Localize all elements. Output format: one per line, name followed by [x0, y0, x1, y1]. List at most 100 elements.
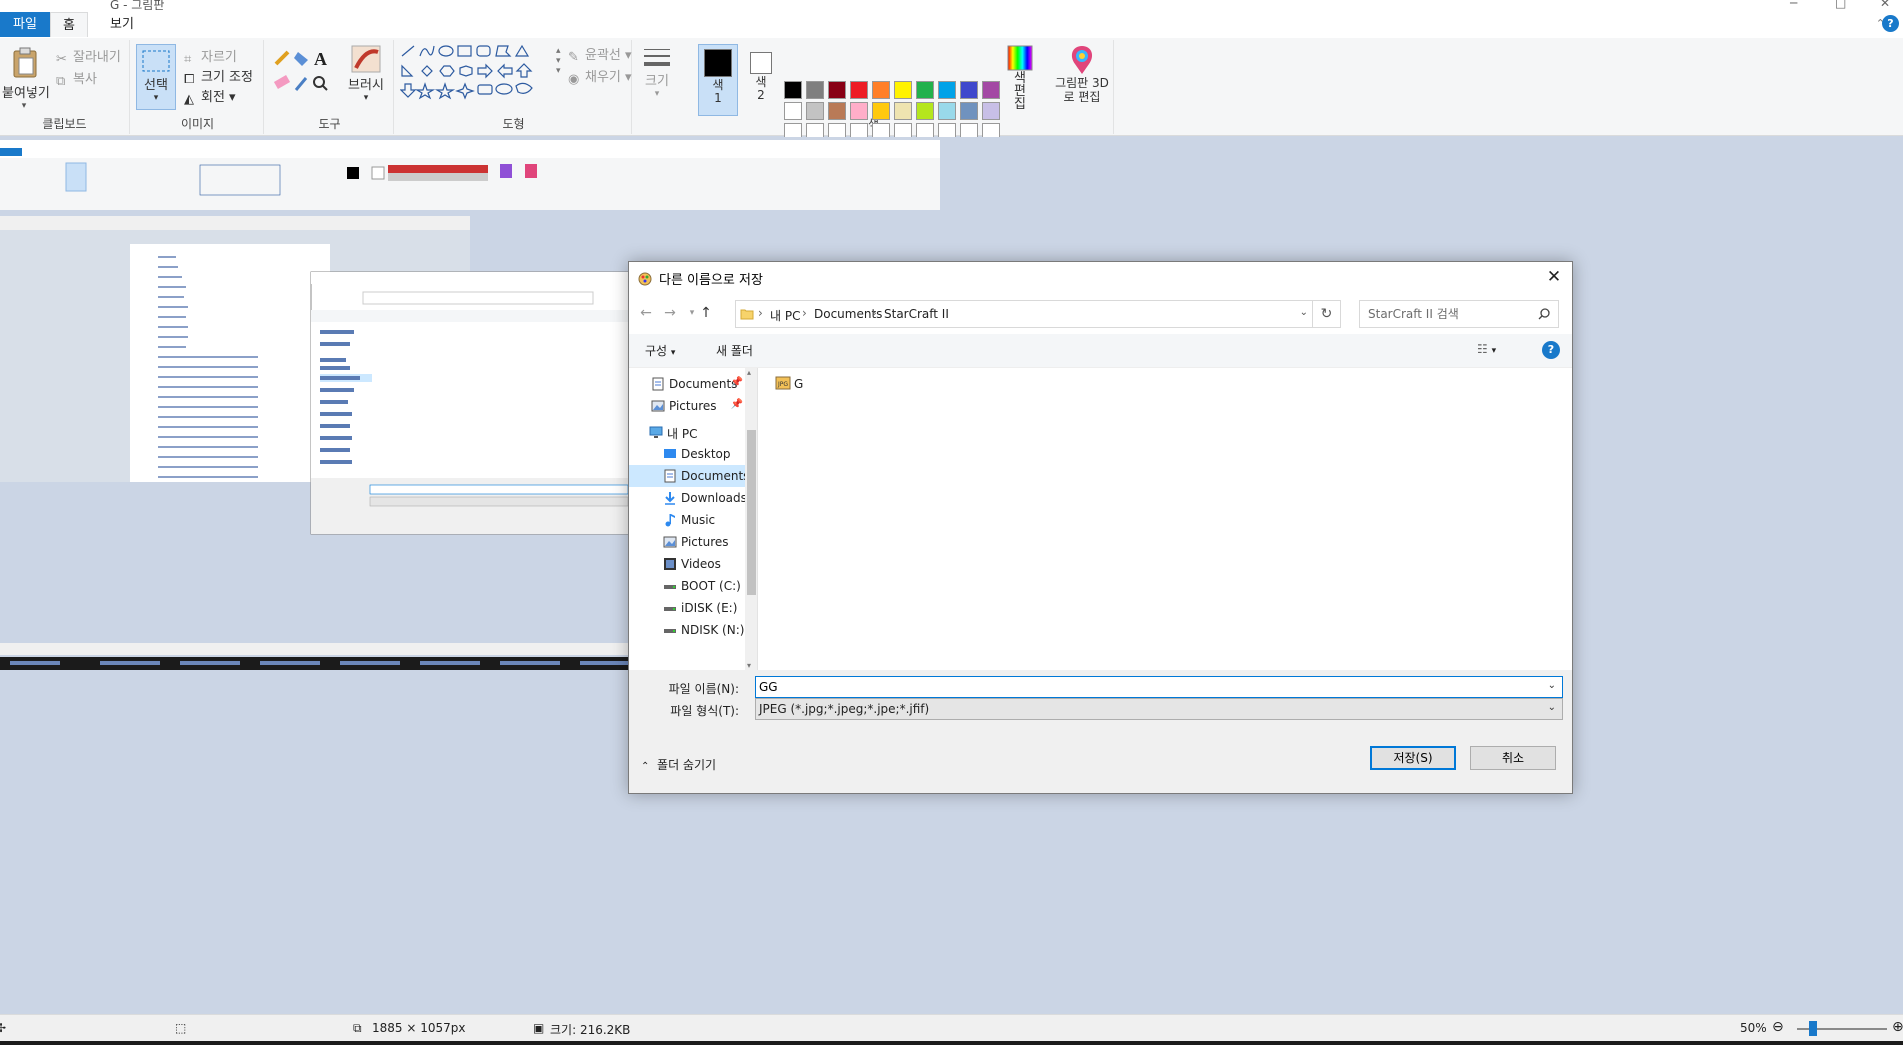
dialog-help-icon[interactable]: ? [1542, 341, 1560, 359]
select-button[interactable]: 선택 ▾ [136, 44, 176, 110]
cut-button[interactable]: ✂ 잘라내기 [56, 46, 121, 67]
new-folder-button[interactable]: 새 폴더 [716, 342, 753, 359]
back-button[interactable]: ← [635, 302, 657, 324]
nav-item-idisk-e[interactable]: iDISK (E:) [629, 597, 745, 619]
resize-button[interactable]: ⧠ 크기 조정 [184, 66, 253, 87]
clipboard-group-label: 클립보드 [42, 117, 87, 131]
maximize-icon[interactable]: □ [1835, 0, 1846, 10]
color-swatch[interactable] [916, 81, 934, 99]
help-icon[interactable]: ? [1882, 15, 1899, 32]
zoom-slider-thumb[interactable] [1808, 1021, 1817, 1036]
crop-icon: ⌗ [184, 52, 192, 67]
nav-item-music[interactable]: Music [629, 509, 745, 531]
nav-item-label: Pictures [669, 399, 717, 413]
outline-button[interactable]: ✎ 윤곽선 ▾ [568, 44, 632, 65]
color-swatch[interactable] [938, 81, 956, 99]
color-swatch[interactable] [806, 102, 824, 120]
edit-colors-button[interactable]: 색 편집 [1002, 44, 1038, 111]
size-button[interactable]: 크기 ▾ [640, 44, 674, 99]
breadcrumb-starcraft[interactable]: StarCraft II [884, 307, 949, 321]
nav-item-boot-c[interactable]: BOOT (C:) [629, 575, 745, 597]
search-input[interactable] [1360, 301, 1530, 327]
size-label: 크기 [645, 74, 669, 89]
copy-button[interactable]: ⧉ 복사 [56, 68, 97, 89]
address-dropdown-icon[interactable]: ⌄ [1300, 307, 1308, 318]
paint3d-button[interactable]: 그림판 3D로 편집 [1055, 44, 1109, 104]
callout-oval-shape-icon [495, 83, 513, 95]
paste-dropdown-icon[interactable]: ▾ [2, 101, 46, 111]
color-swatch[interactable] [828, 102, 846, 120]
right-triangle-shape-icon [401, 64, 414, 77]
color-swatch[interactable] [982, 81, 1000, 99]
nav-item-pictures[interactable]: Pictures [629, 531, 745, 553]
filetype-select[interactable]: JPEG (*.jpg;*.jpeg;*.jpe;*.jfif) ⌄ [755, 698, 1563, 720]
filename-input[interactable] [756, 677, 1536, 697]
drive-icon [663, 601, 677, 615]
tab-home[interactable]: 홈 [50, 12, 88, 37]
oval-shape-icon [438, 45, 454, 57]
nav-item-downloads[interactable]: Downloads [629, 487, 747, 509]
brushes-button[interactable]: 브러시 ▾ [346, 44, 386, 103]
select-dropdown-icon[interactable]: ▾ [137, 93, 175, 103]
nav-item-ndisk-n[interactable]: NDISK (N:) [629, 619, 745, 641]
fill-button[interactable]: ◉ 채우기 ▾ [568, 66, 632, 87]
nav-item-documents[interactable]: Documents 📌 [629, 373, 745, 395]
nav-item-pictures[interactable]: Pictures 📌 [629, 395, 745, 417]
color-swatch[interactable] [784, 81, 802, 99]
scroll-up-icon[interactable]: ▴ [747, 368, 751, 377]
shape-gallery[interactable] [400, 44, 550, 104]
color-swatch[interactable] [894, 81, 912, 99]
rotate-button[interactable]: ◭ 회전 ▾ [184, 86, 236, 107]
tab-file[interactable]: 파일 [0, 12, 50, 37]
color-swatch[interactable] [872, 102, 890, 120]
color-swatch[interactable] [894, 102, 912, 120]
minimize-icon[interactable]: ─ [1790, 0, 1797, 10]
hide-folders-button[interactable]: ⌃ 폴더 숨기기 [641, 756, 716, 773]
color2-button[interactable]: 색 2 [744, 44, 778, 102]
organize-button[interactable]: 구성 ▾ [645, 342, 675, 359]
color-swatch[interactable] [938, 102, 956, 120]
nav-item-documents[interactable]: Documents [629, 465, 749, 487]
color1-button[interactable]: 색 1 [698, 44, 738, 116]
breadcrumb-my-pc[interactable]: 내 PC [770, 307, 800, 324]
view-options-button[interactable]: ☷ ▾ [1477, 342, 1496, 356]
color-swatch[interactable] [960, 102, 978, 120]
zoom-out-icon[interactable]: ⊖ [1772, 1019, 1784, 1035]
nav-scrollbar[interactable]: ▴ ▾ [745, 368, 757, 670]
color-swatch[interactable] [828, 81, 846, 99]
paste-button[interactable]: 붙여넣기 ▾ [2, 46, 50, 116]
nav-item-내-pc[interactable]: 내 PC [629, 421, 745, 443]
filename-combobox[interactable]: ⌄ [755, 676, 1563, 698]
file-item[interactable]: JPG G [775, 376, 803, 396]
color-swatch[interactable] [872, 81, 890, 99]
search-box[interactable] [1359, 300, 1559, 328]
up-button[interactable]: ↑ [695, 302, 717, 324]
crop-label: 자르기 [201, 50, 237, 65]
color-swatch[interactable] [916, 102, 934, 120]
forward-button[interactable]: → [659, 302, 681, 324]
color-swatch[interactable] [784, 102, 802, 120]
color-swatch[interactable] [960, 81, 978, 99]
zoom-in-icon[interactable]: ⊕ [1892, 1019, 1903, 1035]
color-swatch[interactable] [850, 102, 868, 120]
cancel-button[interactable]: 취소 [1470, 746, 1556, 770]
crop-button[interactable]: ⌗ 자르기 [184, 46, 237, 67]
scroll-thumb[interactable] [747, 430, 756, 595]
close-window-icon[interactable]: ✕ [1880, 0, 1890, 10]
nav-item-desktop[interactable]: Desktop [629, 443, 745, 465]
color-swatch[interactable] [982, 102, 1000, 120]
save-button[interactable]: 저장(S) [1370, 746, 1456, 770]
chevron-down-icon[interactable]: ⌄ [1548, 680, 1556, 691]
address-bar[interactable]: › 내 PC › Documents › StarCraft II ⌄ [735, 300, 1313, 328]
dialog-title-bar[interactable]: 다른 이름으로 저장 ✕ [629, 262, 1572, 294]
dialog-close-button[interactable]: ✕ [1536, 262, 1572, 292]
refresh-button[interactable]: ↻ [1313, 300, 1341, 328]
documents-icon [651, 377, 665, 391]
file-list[interactable]: JPG G [759, 368, 1572, 670]
scroll-down-icon[interactable]: ▾ [747, 661, 751, 670]
nav-item-videos[interactable]: Videos [629, 553, 745, 575]
pictures-icon [651, 399, 665, 413]
tab-view[interactable]: 보기 [98, 12, 146, 37]
color-swatch[interactable] [850, 81, 868, 99]
color-swatch[interactable] [806, 81, 824, 99]
